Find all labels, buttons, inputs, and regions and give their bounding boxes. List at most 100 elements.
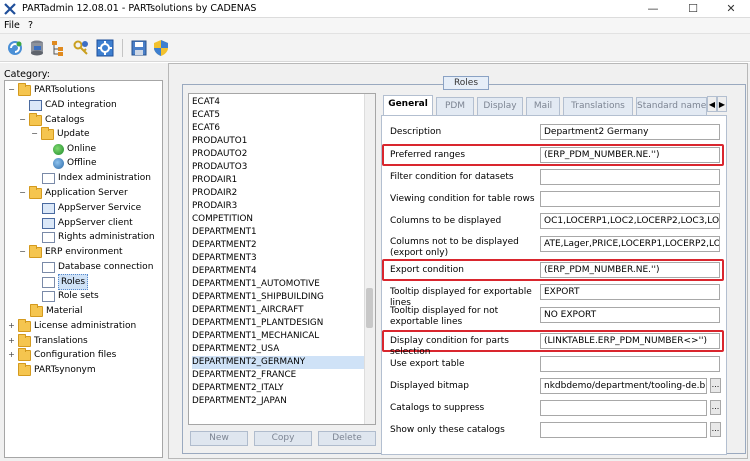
key-icon[interactable] bbox=[72, 39, 90, 57]
tree-item-index-administration[interactable]: Index administration bbox=[42, 171, 151, 185]
tab-general[interactable]: General bbox=[383, 95, 433, 116]
list-item[interactable]: ECAT4 bbox=[192, 96, 370, 109]
tab-pdm[interactable]: PDM bbox=[436, 97, 474, 115]
copy-button[interactable]: Copy bbox=[254, 431, 312, 446]
delete-button[interactable]: Delete bbox=[318, 431, 376, 446]
label-tooltip-not-exportable: Tooltip displayed for not exportable lin… bbox=[390, 306, 499, 327]
list-item[interactable]: ECAT5 bbox=[192, 109, 370, 122]
list-item[interactable]: DEPARTMENT1 bbox=[192, 226, 370, 239]
tree-item-translations[interactable]: + Translations bbox=[7, 333, 88, 348]
list-item[interactable]: DEPARTMENT2 bbox=[192, 239, 370, 252]
tree-item-catalogs[interactable]: − Catalogs bbox=[18, 112, 84, 127]
save-icon[interactable] bbox=[130, 39, 148, 57]
field-description[interactable]: Department2 Germany bbox=[540, 124, 720, 140]
tab-scroll-left-icon[interactable]: ◀ bbox=[707, 96, 717, 112]
list-item[interactable]: PRODAIR3 bbox=[192, 200, 370, 213]
tab-display[interactable]: Display bbox=[477, 97, 523, 115]
tree-item-partsolutions[interactable]: − PARTsolutions bbox=[7, 82, 95, 97]
field-filter-condition[interactable] bbox=[540, 169, 720, 185]
list-item[interactable]: DEPARTMENT2_USA bbox=[192, 343, 370, 356]
list-item[interactable]: ECAT6 bbox=[192, 122, 370, 135]
tab-scroll-right-icon[interactable]: ▶ bbox=[717, 96, 727, 112]
title-bar: PARTadmin 12.08.01 - PARTsolutions by CA… bbox=[0, 0, 750, 18]
list-item[interactable]: COMPETITION bbox=[192, 213, 370, 226]
list-scrollbar[interactable] bbox=[364, 94, 375, 424]
label-displayed-bitmap: Displayed bitmap bbox=[390, 381, 470, 391]
tree-item-role-sets[interactable]: Role sets bbox=[42, 289, 99, 303]
list-item[interactable]: DEPARTMENT1_MECHANICAL bbox=[192, 330, 370, 343]
field-display-condition[interactable]: (LINKTABLE.ERP_PDM_NUMBER<>'') bbox=[540, 333, 720, 349]
list-item[interactable]: DEPARTMENT1_PLANTDESIGN bbox=[192, 317, 370, 330]
list-item[interactable]: DEPARTMENT4 bbox=[192, 265, 370, 278]
tab-mail[interactable]: Mail bbox=[526, 97, 560, 115]
category-tree[interactable]: − PARTsolutions CAD integration − Catalogs… bbox=[4, 80, 163, 458]
list-item[interactable]: DEPARTMENT2_JAPAN bbox=[192, 395, 370, 408]
settings-icon[interactable] bbox=[96, 39, 114, 57]
tree-item-partsynonym[interactable]: PARTsynonym bbox=[18, 362, 96, 377]
label-viewing-condition: Viewing condition for table rows bbox=[390, 194, 535, 204]
field-tooltip-exportable[interactable]: EXPORT bbox=[540, 284, 720, 300]
field-columns-displayed[interactable]: OC1,LOCERP1,LOC2,LOCERP2,LOC3,LOCERP3 bbox=[540, 213, 720, 229]
field-use-export-table[interactable] bbox=[540, 356, 720, 372]
list-item[interactable]: PRODAUTO3 bbox=[192, 161, 370, 174]
tree-item-roles[interactable]: Roles bbox=[42, 274, 89, 290]
list-item-selected[interactable]: DEPARTMENT2_GERMANY bbox=[192, 356, 370, 369]
tree-item-configuration-files[interactable]: + Configuration files bbox=[7, 347, 116, 362]
client-icon bbox=[42, 217, 55, 229]
refresh-icon[interactable] bbox=[6, 39, 24, 57]
field-tooltip-not-exportable[interactable]: NO EXPORT bbox=[540, 307, 720, 323]
minimize-button[interactable]: — bbox=[640, 1, 666, 17]
browse-show-only-button[interactable]: ... bbox=[710, 422, 721, 437]
tree-item-online[interactable]: Online bbox=[53, 142, 96, 156]
tree-item-rights-administration[interactable]: Rights administration bbox=[42, 230, 155, 244]
database-icon[interactable] bbox=[28, 39, 46, 57]
tree-item-license-administration[interactable]: + License administration bbox=[7, 318, 136, 333]
field-show-only-catalogs[interactable] bbox=[540, 422, 707, 438]
tree-item-offline[interactable]: Offline bbox=[53, 156, 97, 170]
tab-translations[interactable]: Translations bbox=[563, 97, 633, 115]
folder-icon bbox=[29, 185, 42, 199]
tree-item-update[interactable]: − Update bbox=[30, 126, 90, 141]
field-preferred-ranges[interactable]: (ERP_PDM_NUMBER.NE.'') bbox=[540, 147, 720, 163]
list-item[interactable]: PRODAUTO2 bbox=[192, 148, 370, 161]
maximize-button[interactable]: ☐ bbox=[680, 1, 706, 17]
tree-item-appserver-client[interactable]: AppServer client bbox=[42, 216, 133, 230]
field-viewing-condition[interactable] bbox=[540, 191, 720, 207]
tab-standard-name[interactable]: Standard name bbox=[636, 97, 707, 115]
browse-bitmap-button[interactable]: ... bbox=[710, 378, 721, 393]
list-item[interactable]: PRODAIR2 bbox=[192, 187, 370, 200]
field-columns-not-displayed[interactable]: ATE,Lager,PRICE,LOCERP1,LOCERP2,LOCERP3 bbox=[540, 236, 720, 252]
tree-item-appserver-service[interactable]: AppServer Service bbox=[42, 201, 141, 215]
app-icon bbox=[4, 3, 16, 15]
menu-help[interactable]: ? bbox=[28, 20, 33, 31]
list-item[interactable]: DEPARTMENT2_FRANCE bbox=[192, 369, 370, 382]
document-icon bbox=[29, 99, 42, 111]
shield-icon[interactable] bbox=[152, 39, 170, 57]
roles-list[interactable]: ECAT4 ECAT5 ECAT6 PRODAUTO1 PRODAUTO2 PR… bbox=[188, 93, 376, 425]
list-item[interactable]: DEPARTMENT3 bbox=[192, 252, 370, 265]
roles-icon bbox=[42, 276, 55, 288]
menu-file[interactable]: File bbox=[4, 20, 20, 31]
list-item[interactable]: DEPARTMENT2_ITALY bbox=[192, 382, 370, 395]
tree-item-erp-environment[interactable]: − ERP environment bbox=[18, 244, 123, 259]
new-button[interactable]: New bbox=[190, 431, 248, 446]
field-catalogs-to-suppress[interactable] bbox=[540, 400, 707, 416]
list-item[interactable]: PRODAIR1 bbox=[192, 174, 370, 187]
browse-suppress-button[interactable]: ... bbox=[710, 400, 721, 415]
list-item[interactable]: DEPARTMENT1_AIRCRAFT bbox=[192, 304, 370, 317]
tree-item-material[interactable]: Material bbox=[30, 303, 83, 318]
offline-globe-icon bbox=[53, 157, 64, 169]
field-export-condition[interactable]: (ERP_PDM_NUMBER.NE.'') bbox=[540, 262, 720, 278]
hierarchy-icon[interactable] bbox=[50, 39, 68, 57]
label-columns-not-displayed: Columns not to be displayed (export only… bbox=[390, 237, 519, 258]
label-filter-condition: Filter condition for datasets bbox=[390, 172, 514, 182]
list-item[interactable]: DEPARTMENT1_AUTOMOTIVE bbox=[192, 278, 370, 291]
list-item[interactable]: PRODAUTO1 bbox=[192, 135, 370, 148]
field-displayed-bitmap[interactable]: nkdbdemo/department/tooling-de.bmp bbox=[540, 378, 707, 394]
close-button[interactable]: ✕ bbox=[718, 1, 744, 17]
tree-item-cad-integration[interactable]: CAD integration bbox=[29, 98, 117, 112]
tree-item-application-server[interactable]: − Application Server bbox=[18, 185, 128, 200]
list-item[interactable]: DEPARTMENT1_SHIPBUILDING bbox=[192, 291, 370, 304]
list-scrollbar-thumb[interactable] bbox=[366, 288, 373, 328]
tree-item-database-connection[interactable]: Database connection bbox=[42, 260, 153, 274]
